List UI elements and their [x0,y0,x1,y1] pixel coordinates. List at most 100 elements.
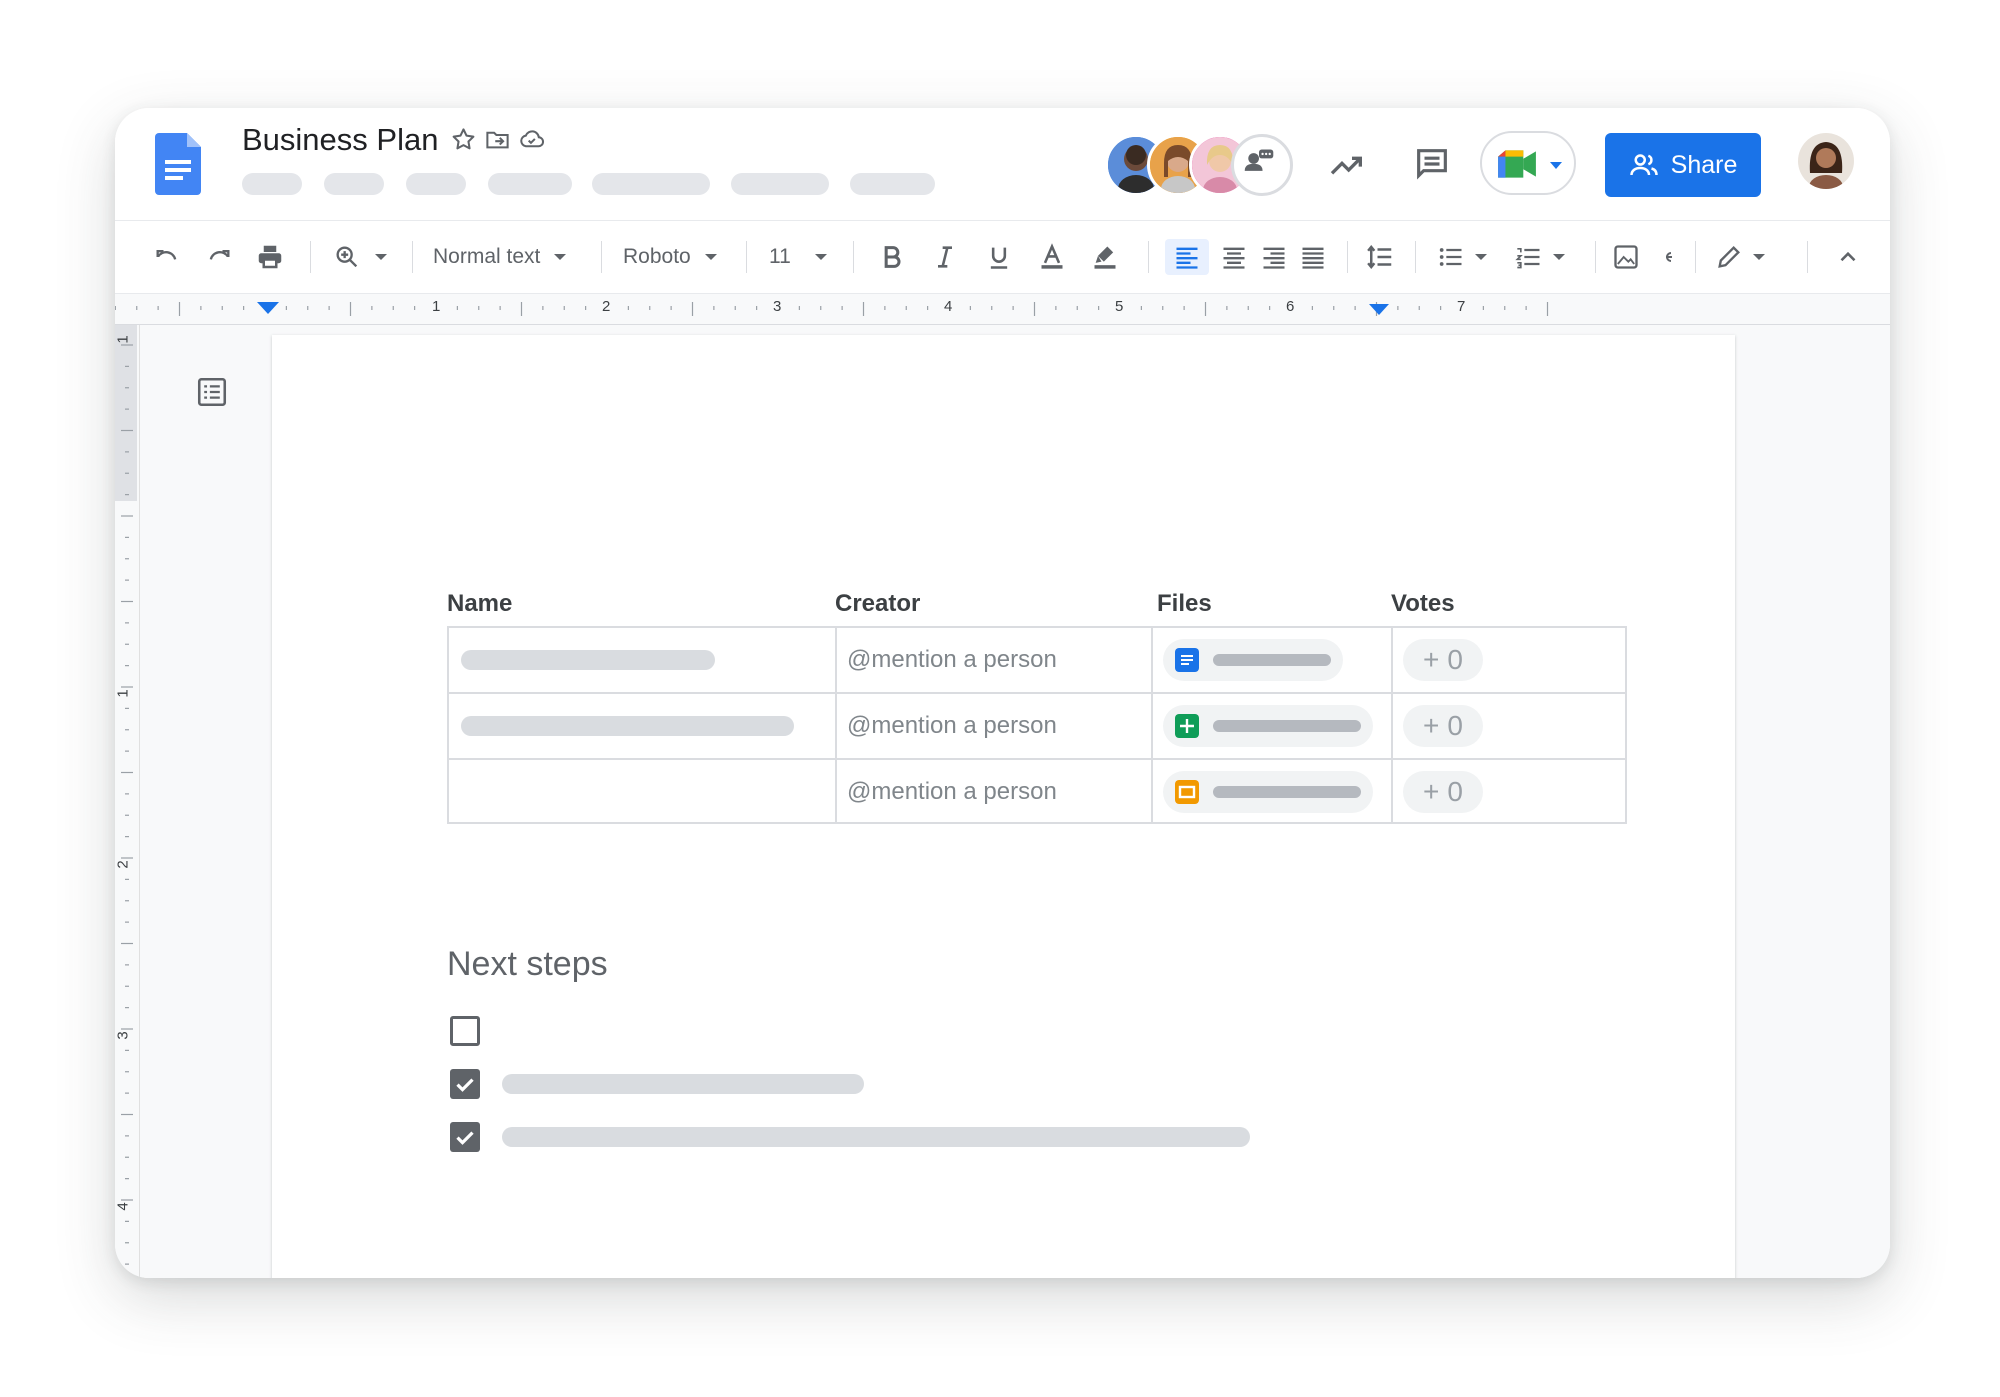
vote-chip[interactable]: + 0 [1403,639,1483,681]
comment-history-icon[interactable] [1412,144,1452,184]
docs-window: Business Plan Share Normal text Roboto 1… [115,108,1890,1278]
menu-item[interactable] [324,173,384,195]
font-size-dropdown[interactable]: 11 [769,239,827,275]
insert-link-icon[interactable] [1657,239,1681,275]
next-steps-heading: Next steps [447,945,608,983]
ruler-mark: 1 [115,689,132,698]
vertical-ruler[interactable]: 1 1 2 3 4 [115,325,140,1278]
meet-icon [1498,150,1536,178]
vote-chip[interactable]: + 0 [1403,771,1483,813]
menu-item[interactable] [850,173,935,195]
document-outline-icon[interactable] [195,375,229,409]
more-collaborators-avatar[interactable] [1231,134,1293,196]
collapse-menus-icon[interactable] [1835,239,1861,275]
plus-icon: + [1423,644,1440,675]
font-family-dropdown[interactable]: Roboto [623,239,717,275]
ruler-mark: 7 [1457,298,1466,315]
docs-logo-icon[interactable] [155,133,201,195]
move-folder-icon[interactable] [484,126,511,153]
menu-item[interactable] [731,173,829,195]
vote-chip[interactable]: + 0 [1403,705,1483,747]
chevron-down-icon [554,254,567,260]
mention-person-chip[interactable]: @mention a person [847,712,1057,740]
menu-item[interactable] [488,173,572,195]
share-button[interactable]: Share [1605,133,1761,197]
file-chip-sheets[interactable] [1163,705,1373,747]
left-indent-marker[interactable] [257,302,279,314]
header-bar: Business Plan Share [115,108,1890,221]
numbered-list-dropdown[interactable] [1515,239,1565,275]
chevron-down-icon [1475,254,1487,260]
align-left-icon[interactable] [1165,239,1209,275]
text-color-icon[interactable] [1038,239,1066,275]
ruler-mark: 1 [115,335,132,344]
italic-icon[interactable] [931,239,959,275]
underline-icon[interactable] [985,239,1013,275]
task-text-placeholder[interactable] [502,1127,1250,1147]
bulleted-list-dropdown[interactable] [1437,239,1487,275]
chevron-down-icon [375,254,387,260]
activity-trend-icon[interactable] [1327,145,1367,185]
ruler-mark: 4 [944,298,953,315]
task-checkbox-checked[interactable] [450,1069,480,1099]
mention-person-chip[interactable]: @mention a person [847,778,1057,806]
menu-item[interactable] [242,173,302,195]
ruler-mark: 3 [115,1031,132,1040]
align-right-icon[interactable] [1260,239,1288,275]
insert-image-icon[interactable] [1612,239,1640,275]
plus-icon: + [1423,710,1440,741]
horizontal-ruler[interactable]: 1 2 3 4 5 6 7 [115,294,1890,325]
ruler-mark: 2 [602,298,611,315]
ruler-mark: 3 [773,298,782,315]
paragraph-style-dropdown[interactable]: Normal text [433,239,567,275]
zoom-dropdown[interactable] [333,239,387,275]
line-spacing-icon[interactable] [1365,239,1395,275]
plus-icon: + [1423,776,1440,807]
column-header-files: Files [1157,590,1212,617]
vote-count: 0 [1447,644,1463,675]
undo-icon[interactable] [153,239,181,275]
highlight-color-icon[interactable] [1091,239,1119,275]
chevron-down-icon [1753,254,1765,260]
task-checkbox[interactable] [450,1016,480,1046]
editing-mode-dropdown[interactable] [1715,239,1765,275]
redo-icon[interactable] [205,239,233,275]
chevron-down-icon [704,254,717,260]
column-header-creator: Creator [835,590,921,617]
table-grid: @mention a person + 0 @mention a person [447,626,1627,824]
people-icon [1629,154,1658,176]
checkmark-icon [456,1078,474,1092]
file-chip-slides[interactable] [1163,771,1373,813]
name-placeholder[interactable] [461,716,794,736]
ruler-mark: 2 [115,860,132,869]
meet-button[interactable] [1480,131,1576,195]
right-indent-marker[interactable] [1369,304,1389,315]
align-center-icon[interactable] [1220,239,1248,275]
column-header-votes: Votes [1391,590,1455,617]
document-title[interactable]: Business Plan [242,122,438,158]
name-placeholder[interactable] [461,650,715,670]
document-page[interactable]: Name Creator Files Votes @mention a pers… [272,335,1735,1278]
print-icon[interactable] [255,239,285,275]
mention-person-chip[interactable]: @mention a person [847,646,1057,674]
star-icon[interactable] [450,126,477,153]
font-family-label: Roboto [623,245,691,268]
chevron-down-icon [1553,254,1565,260]
docs-file-icon [1175,648,1199,672]
cloud-saved-icon[interactable] [518,126,545,153]
user-account-avatar[interactable] [1798,133,1854,189]
zoom-icon [336,246,358,268]
justify-icon[interactable] [1299,239,1327,275]
collaborator-avatars[interactable] [1105,134,1295,196]
file-chip-docs[interactable] [1163,639,1343,681]
ruler-mark: 4 [115,1202,132,1211]
bold-icon[interactable] [878,239,906,275]
slides-file-icon [1175,780,1199,804]
menu-item[interactable] [406,173,466,195]
menu-item[interactable] [592,173,710,195]
bulleted-list-icon [1439,248,1462,266]
task-checkbox-checked[interactable] [450,1122,480,1152]
paragraph-style-label: Normal text [433,245,541,268]
ruler-mark: 1 [432,298,441,315]
task-text-placeholder[interactable] [502,1074,864,1094]
